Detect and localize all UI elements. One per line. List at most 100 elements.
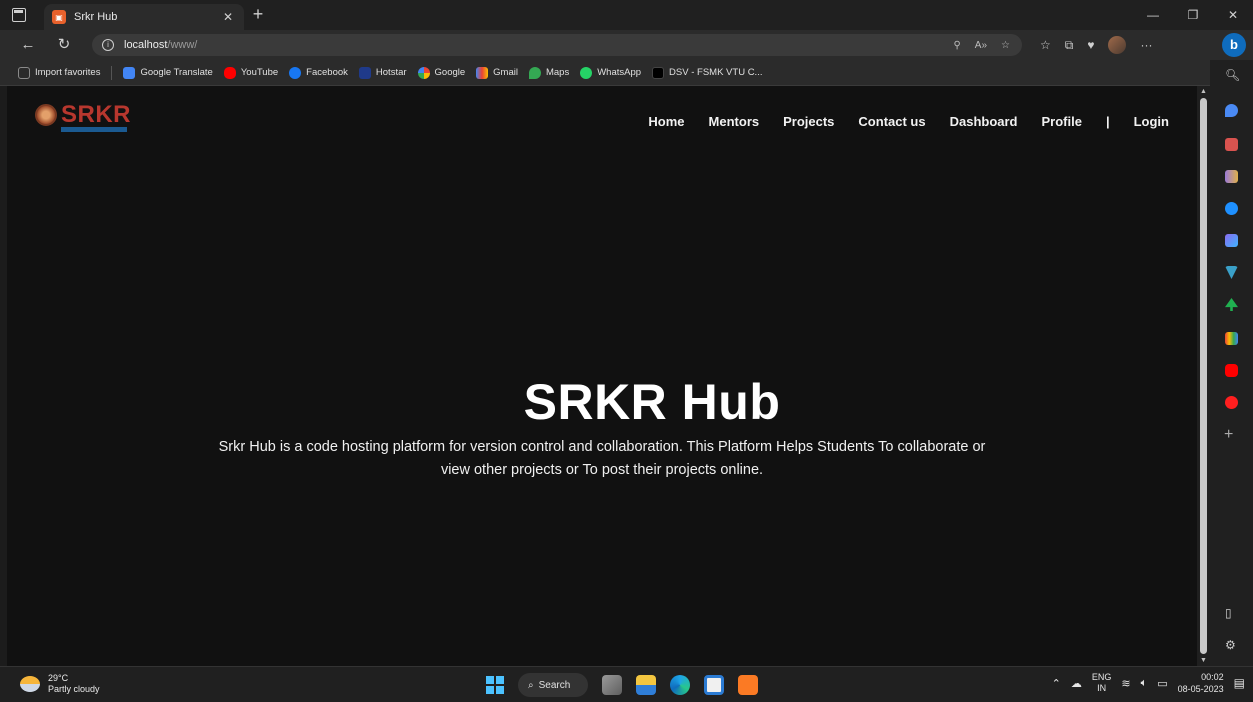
language-indicator[interactable]: ENG IN: [1092, 672, 1112, 694]
page-scrollbar[interactable]: ▲ ▼: [1197, 86, 1210, 666]
games-icon[interactable]: [1225, 170, 1238, 183]
wifi-icon[interactable]: ≋: [1121, 677, 1130, 690]
task-view-icon[interactable]: [602, 675, 622, 695]
address-row: ← ↻ i localhost/www/ ⚲ A» ☆ ☆ ⧉ ♥ ··· b: [0, 30, 1253, 60]
dsv-icon: [652, 66, 665, 79]
favorite-hotstar[interactable]: Hotstar: [358, 66, 407, 79]
profile-avatar[interactable]: [1108, 36, 1127, 54]
hotstar-icon: [358, 66, 371, 79]
youtube-music-icon[interactable]: [1225, 396, 1238, 409]
info-icon[interactable]: i: [102, 39, 114, 51]
favorite-maps[interactable]: Maps: [528, 66, 569, 79]
microsoft-365-icon[interactable]: [1225, 202, 1238, 215]
page-viewport: SRKR Home Mentors Projects Contact us Da…: [7, 86, 1197, 666]
collections-icon[interactable]: ⧉: [1065, 38, 1074, 53]
back-icon[interactable]: ←: [18, 35, 38, 55]
edge-sidebar: 🔍︎ + ▯ ⚙: [1210, 60, 1253, 666]
weather-condition: Partly cloudy: [48, 684, 100, 694]
new-tab-icon[interactable]: +: [248, 4, 268, 26]
browser-essentials-icon[interactable]: ♥: [1087, 38, 1094, 52]
scroll-down-icon[interactable]: ▼: [1200, 657, 1207, 664]
gmail-sidebar-icon[interactable]: [1225, 332, 1238, 345]
read-aloud-icon[interactable]: A»: [975, 40, 987, 51]
drop-icon[interactable]: [1225, 266, 1238, 279]
site-logo[interactable]: SRKR: [35, 103, 131, 132]
microsoft-store-icon[interactable]: [704, 675, 724, 695]
designer-icon[interactable]: [1225, 234, 1238, 247]
more-icon[interactable]: ···: [1140, 38, 1152, 52]
url-path: /www/: [167, 39, 198, 51]
add-favorite-icon[interactable]: ☆: [1001, 40, 1010, 51]
favorite-label: Facebook: [306, 67, 348, 78]
restore-icon[interactable]: ❐: [1173, 0, 1213, 30]
search-icon[interactable]: 🔍︎: [1225, 68, 1240, 82]
favorite-dsv[interactable]: DSV - FSMK VTU C...: [652, 66, 763, 79]
nav-dashboard[interactable]: Dashboard: [950, 114, 1018, 129]
favorite-youtube[interactable]: YouTube: [223, 66, 279, 79]
nav-login[interactable]: Login: [1134, 114, 1169, 129]
weather-text: 29°C Partly cloudy: [48, 673, 100, 695]
bing-chat-icon[interactable]: b: [1222, 33, 1246, 57]
tab-actions-icon[interactable]: [12, 8, 26, 22]
translate-icon: [123, 66, 136, 79]
onedrive-cloud-icon[interactable]: ☁: [1071, 677, 1082, 690]
refresh-icon[interactable]: ↻: [54, 35, 74, 55]
window-controls: — ❐ ✕: [1133, 0, 1253, 30]
scroll-thumb[interactable]: [1200, 98, 1207, 654]
favorite-whatsapp[interactable]: WhatsApp: [580, 66, 642, 79]
shopping-tag-icon[interactable]: [1225, 104, 1238, 117]
sidebar-settings-icon[interactable]: ⚙: [1225, 638, 1236, 652]
close-window-icon[interactable]: ✕: [1213, 0, 1253, 30]
address-bar[interactable]: i localhost/www/ ⚲ A» ☆: [92, 34, 1022, 56]
minimize-icon[interactable]: —: [1133, 0, 1173, 30]
nav-profile[interactable]: Profile: [1042, 114, 1082, 129]
windows-start-icon[interactable]: [486, 676, 504, 694]
nav-projects[interactable]: Projects: [783, 114, 834, 129]
favorite-label: Gmail: [493, 67, 518, 78]
tab-strip: ▣ Srkr Hub ✕ + — ❐ ✕: [0, 0, 1253, 30]
college-emblem-icon: [35, 104, 57, 126]
nav-separator: |: [1105, 114, 1110, 129]
file-explorer-icon[interactable]: [636, 675, 656, 695]
favorite-gmail[interactable]: Gmail: [476, 66, 518, 79]
favorite-label: WhatsApp: [597, 67, 642, 78]
favorite-label: Import favorites: [35, 67, 101, 78]
favorite-label: Google: [434, 67, 466, 78]
key-icon[interactable]: ⚲: [953, 40, 960, 51]
logo-underline: [61, 127, 127, 132]
hide-sidebar-icon[interactable]: ▯: [1225, 606, 1232, 620]
close-tab-icon[interactable]: ✕: [220, 10, 236, 24]
whatsapp-icon: [580, 66, 593, 79]
favorites-icon[interactable]: ☆: [1040, 38, 1051, 52]
favorite-label: YouTube: [240, 67, 279, 78]
browser-tab[interactable]: ▣ Srkr Hub ✕: [44, 4, 244, 30]
favorite-facebook[interactable]: Facebook: [289, 66, 348, 79]
battery-icon[interactable]: ▭: [1157, 677, 1167, 690]
nav-home[interactable]: Home: [648, 114, 684, 129]
url-host: localhost: [124, 39, 168, 51]
scroll-up-icon[interactable]: ▲: [1200, 88, 1207, 95]
favorite-google-translate[interactable]: Google Translate: [123, 66, 213, 79]
hero-description: Srkr Hub is a code hosting platform for …: [218, 439, 986, 478]
favorite-import[interactable]: Import favorites: [18, 66, 101, 79]
clock[interactable]: 00:02 08-05-2023: [1178, 671, 1224, 695]
favorites-bar: Import favorites Google Translate YouTub…: [0, 60, 1210, 86]
nav-mentors[interactable]: Mentors: [709, 114, 760, 129]
xampp-icon[interactable]: [738, 675, 758, 695]
tools-icon[interactable]: [1225, 138, 1238, 151]
favorites-divider: [111, 65, 113, 80]
toolbar-icons: ☆ ⧉ ♥ ···: [1040, 36, 1152, 54]
edge-browser-icon[interactable]: [670, 675, 690, 695]
volume-icon[interactable]: 🔈︎: [1141, 677, 1148, 690]
chevron-up-icon[interactable]: ⌃: [1052, 677, 1061, 690]
youtube-sidebar-icon[interactable]: [1225, 364, 1238, 377]
nav-contact-us[interactable]: Contact us: [858, 114, 925, 129]
add-sidebar-app-icon[interactable]: +: [1224, 426, 1233, 444]
site-nav: Home Mentors Projects Contact us Dashboa…: [624, 114, 1169, 129]
tree-icon[interactable]: [1225, 298, 1238, 311]
favorite-label: DSV - FSMK VTU C...: [669, 67, 763, 78]
notification-icon[interactable]: ▤: [1234, 676, 1245, 690]
weather-widget[interactable]: 29°C Partly cloudy: [20, 673, 100, 695]
taskbar-search[interactable]: ⌕ Search: [518, 673, 588, 697]
favorite-google[interactable]: Google: [417, 66, 466, 79]
